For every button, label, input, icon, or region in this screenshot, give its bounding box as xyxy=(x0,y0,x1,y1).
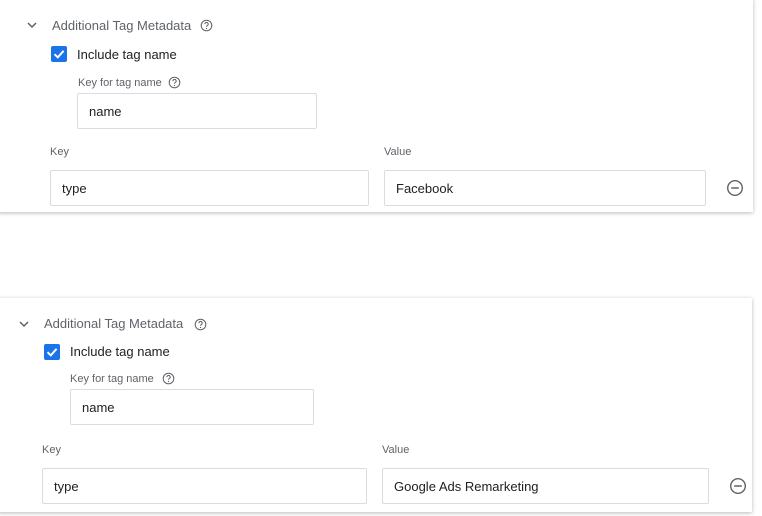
check-icon xyxy=(53,50,65,59)
include-tag-name-checkbox[interactable] xyxy=(44,344,60,360)
check-icon xyxy=(46,348,58,357)
chevron-down-icon[interactable] xyxy=(18,318,30,330)
tag-name-key-label: Key for tag name xyxy=(70,373,154,385)
metadata-key-input[interactable]: type xyxy=(42,468,367,504)
remove-circle-icon[interactable] xyxy=(726,179,744,197)
tag-name-key-input[interactable]: name xyxy=(70,389,314,425)
help-circle-icon[interactable] xyxy=(200,19,213,32)
key-column-label: Key xyxy=(50,146,69,158)
tag-name-key-input[interactable]: name xyxy=(77,93,317,129)
value-column-label: Value xyxy=(384,146,412,158)
include-tag-name-label: Include tag name xyxy=(77,47,177,62)
tag-metadata-panel: Additional Tag Metadata Include tag name… xyxy=(0,298,752,512)
section-title: Additional Tag Metadata xyxy=(44,316,184,331)
tag-metadata-panel: Additional Tag Metadata Include tag name… xyxy=(0,0,753,212)
key-column-label: Key xyxy=(42,444,61,456)
help-circle-icon[interactable] xyxy=(162,372,175,385)
tag-name-key-label: Key for tag name xyxy=(78,77,162,89)
metadata-key-input[interactable]: type xyxy=(50,170,369,206)
remove-circle-icon[interactable] xyxy=(729,477,747,495)
include-tag-name-label: Include tag name xyxy=(70,344,170,359)
section-title: Additional Tag Metadata xyxy=(52,18,192,33)
help-circle-icon[interactable] xyxy=(194,318,207,331)
help-circle-icon[interactable] xyxy=(168,76,181,89)
metadata-value-input[interactable]: Facebook xyxy=(384,170,706,206)
value-column-label: Value xyxy=(382,444,410,456)
chevron-down-icon[interactable] xyxy=(26,19,38,31)
metadata-value-input[interactable]: Google Ads Remarketing xyxy=(382,468,709,504)
include-tag-name-checkbox[interactable] xyxy=(51,46,67,62)
